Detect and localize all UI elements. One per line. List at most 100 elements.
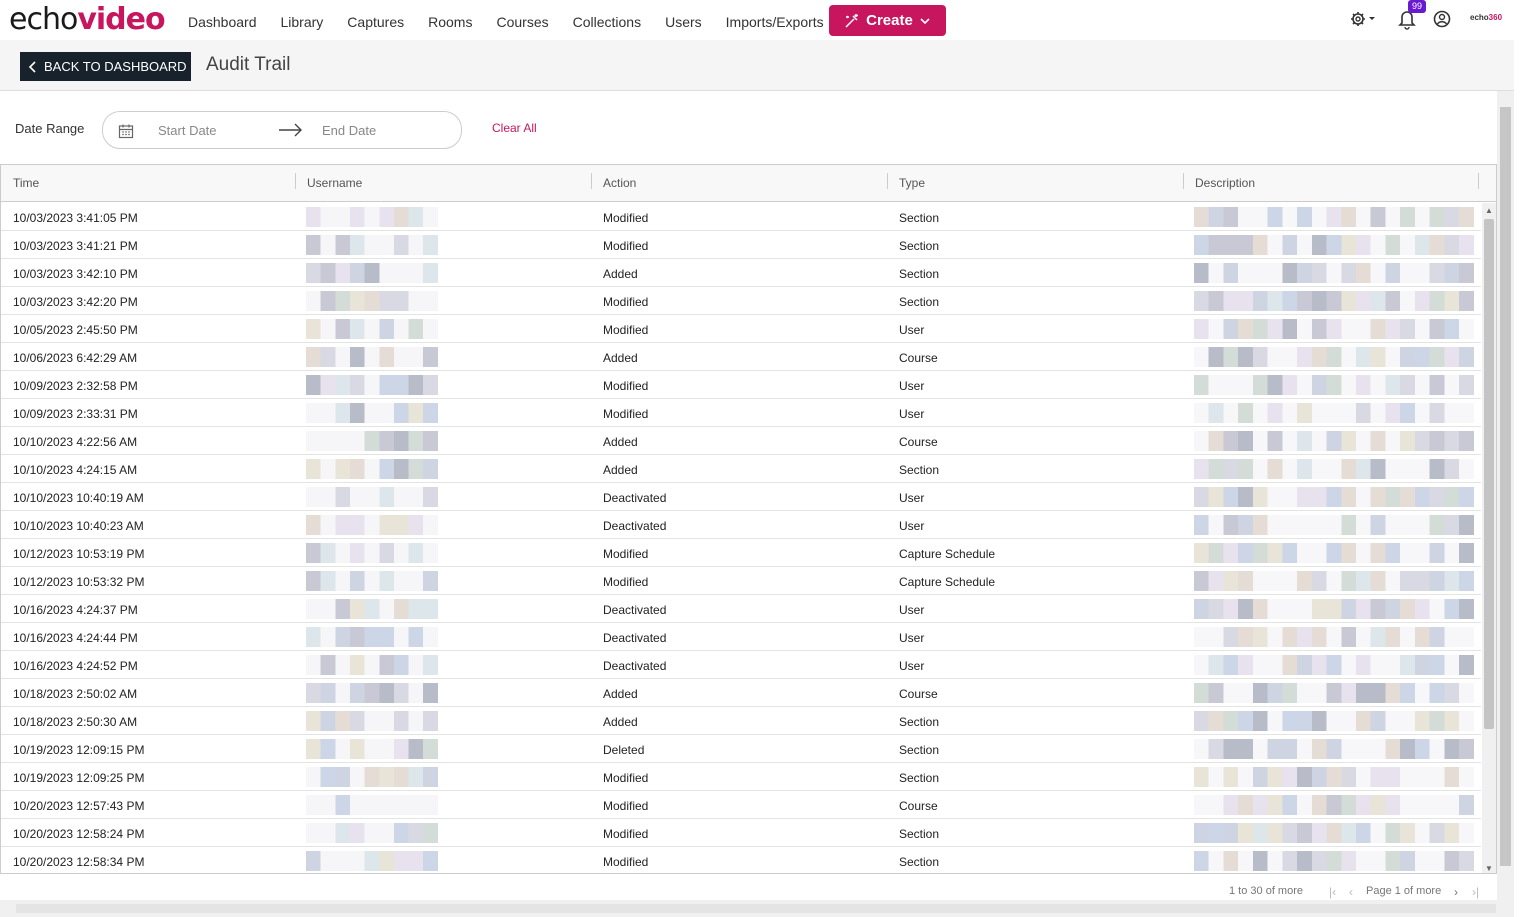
nav-rooms[interactable]: Rooms [428, 14, 472, 30]
redacted-username [306, 795, 438, 815]
nav-collections[interactable]: Collections [573, 14, 641, 30]
table-row[interactable]: 10/06/2023 6:42:29 AM Added Course [1, 343, 1481, 371]
cell-time: 10/05/2023 2:45:50 PM [13, 323, 138, 337]
redacted-description [1194, 347, 1474, 367]
table-row[interactable]: 10/03/2023 3:41:21 PM Modified Section [1, 231, 1481, 259]
redacted-username [306, 319, 438, 339]
table-scroll-thumb[interactable] [1484, 219, 1494, 729]
nav-library[interactable]: Library [281, 14, 324, 30]
table-row[interactable]: 10/20/2023 12:58:24 PM Modified Section [1, 819, 1481, 847]
column-header-username[interactable]: Username [307, 176, 362, 190]
redacted-description [1194, 739, 1474, 759]
clear-all-link[interactable]: Clear All [492, 121, 537, 135]
table-scrollbar[interactable]: ▲ ▼ [1482, 203, 1496, 873]
cell-action: Deleted [603, 743, 645, 757]
cell-time: 10/20/2023 12:57:43 PM [13, 799, 145, 813]
redacted-description [1194, 207, 1474, 227]
table-row[interactable]: 10/03/2023 3:42:20 PM Modified Section [1, 287, 1481, 315]
user-menu[interactable] [1433, 8, 1453, 35]
redacted-description [1194, 235, 1474, 255]
column-header-description[interactable]: Description [1195, 176, 1255, 190]
nav-captures[interactable]: Captures [347, 14, 404, 30]
page-scroll-thumb[interactable] [1500, 107, 1511, 866]
table-row[interactable]: 10/12/2023 10:53:32 PM Modified Capture Sc… [1, 567, 1481, 595]
table-row[interactable]: 10/10/2023 10:40:19 AM Deactivated User [1, 483, 1481, 511]
cell-action: Modified [603, 407, 649, 421]
redacted-username [306, 851, 438, 871]
column-header-time[interactable]: Time [13, 176, 39, 190]
redacted-description [1194, 795, 1474, 815]
echo360-logo: echo360 [1470, 13, 1503, 22]
nav-courses[interactable]: Courses [496, 14, 548, 30]
redacted-username [306, 207, 438, 227]
create-button[interactable]: Create [829, 5, 946, 36]
table-row[interactable]: 10/16/2023 4:24:52 PM Deactivated User [1, 651, 1481, 679]
cell-time: 10/12/2023 10:53:19 PM [13, 547, 145, 561]
cell-type: Section [899, 743, 940, 757]
arrow-right-icon [279, 123, 302, 137]
page-hscroll-thumb[interactable] [16, 904, 1496, 913]
nav-dashboard[interactable]: Dashboard [188, 14, 257, 30]
cell-action: Modified [603, 575, 649, 589]
table-row[interactable]: 10/10/2023 4:22:56 AM Added Course [1, 427, 1481, 455]
page-horizontal-scrollbar[interactable] [0, 900, 1514, 917]
redacted-description [1194, 543, 1474, 563]
start-date-input[interactable]: Start Date [158, 123, 217, 138]
table-row[interactable]: 10/19/2023 12:09:25 PM Modified Section [1, 763, 1481, 791]
table-row[interactable]: 10/16/2023 4:24:37 PM Deactivated User [1, 595, 1481, 623]
cell-action: Modified [603, 827, 649, 841]
table-row[interactable]: 10/19/2023 12:09:15 PM Deleted Section [1, 735, 1481, 763]
nav-imports-exports[interactable]: Imports/Exports [726, 14, 824, 30]
redacted-description [1194, 823, 1474, 843]
table-row[interactable]: 10/09/2023 2:32:58 PM Modified User [1, 371, 1481, 399]
cell-action: Modified [603, 547, 649, 561]
table-row[interactable]: 10/20/2023 12:58:34 PM Modified Section [1, 847, 1481, 873]
prev-page-icon[interactable]: ‹ [1349, 885, 1353, 899]
next-page-icon[interactable]: › [1454, 885, 1458, 899]
table-row[interactable]: 10/18/2023 2:50:30 AM Added Section [1, 707, 1481, 735]
back-to-dashboard-button[interactable]: BACK TO DASHBOARD [20, 52, 191, 81]
redacted-username [306, 375, 438, 395]
redacted-username [306, 347, 438, 367]
cell-action: Deactivated [603, 659, 667, 673]
date-range-picker[interactable]: Start Date End Date [102, 111, 462, 149]
nav-users[interactable]: Users [665, 14, 702, 30]
redacted-description [1194, 319, 1474, 339]
redacted-username [306, 291, 438, 311]
column-header-type[interactable]: Type [899, 176, 925, 190]
cell-action: Added [603, 435, 638, 449]
redacted-username [306, 235, 438, 255]
column-header-action[interactable]: Action [603, 176, 636, 190]
table-row[interactable]: 10/12/2023 10:53:19 PM Modified Capture Sc… [1, 539, 1481, 567]
cell-action: Modified [603, 295, 649, 309]
cell-action: Added [603, 687, 638, 701]
first-page-icon[interactable]: |‹ [1329, 885, 1336, 899]
table-row[interactable]: 10/16/2023 4:24:44 PM Deactivated User [1, 623, 1481, 651]
last-page-icon[interactable]: ›| [1472, 885, 1479, 899]
cell-action: Modified [603, 855, 649, 869]
table-row[interactable]: 10/03/2023 3:42:10 PM Added Section [1, 259, 1481, 287]
table-row[interactable]: 10/10/2023 10:40:23 AM Deactivated User [1, 511, 1481, 539]
cell-time: 10/19/2023 12:09:25 PM [13, 771, 145, 785]
redacted-description [1194, 571, 1474, 591]
table-row[interactable]: 10/09/2023 2:33:31 PM Modified User [1, 399, 1481, 427]
table-row[interactable]: 10/18/2023 2:50:02 AM Added Course [1, 679, 1481, 707]
table-row[interactable]: 10/05/2023 2:45:50 PM Modified User [1, 315, 1481, 343]
redacted-username [306, 543, 438, 563]
table-row[interactable]: 10/10/2023 4:24:15 AM Added Section [1, 455, 1481, 483]
redacted-username [306, 431, 438, 451]
cell-type: User [899, 379, 925, 393]
scroll-down-arrow[interactable]: ▼ [1485, 864, 1493, 873]
echovideo-logo[interactable]: echovideo [9, 2, 166, 37]
table-row[interactable]: 10/03/2023 3:41:05 PM Modified Section [1, 203, 1481, 231]
cell-time: 10/12/2023 10:53:32 PM [13, 575, 145, 589]
redacted-description [1194, 515, 1474, 535]
redacted-description [1194, 403, 1474, 423]
settings-menu[interactable] [1350, 8, 1378, 35]
cell-type: Section [899, 239, 940, 253]
page-vertical-scrollbar[interactable] [1497, 91, 1514, 900]
scroll-up-arrow[interactable]: ▲ [1485, 206, 1493, 215]
redacted-username [306, 627, 438, 647]
end-date-input[interactable]: End Date [322, 123, 376, 138]
table-row[interactable]: 10/20/2023 12:57:43 PM Modified Course [1, 791, 1481, 819]
